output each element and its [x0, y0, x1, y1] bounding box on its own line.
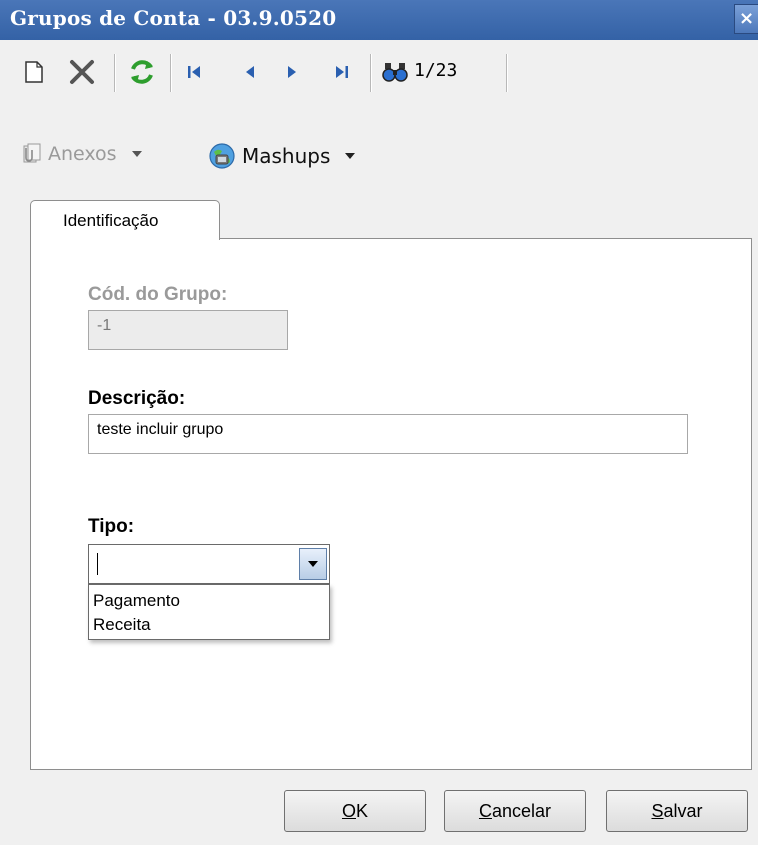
window-title: Grupos de Conta - 03.9.0520 [10, 6, 337, 30]
anexos-menu[interactable]: Anexos [20, 142, 143, 166]
tipo-dropdown-list: Pagamento Receita [88, 584, 330, 640]
first-record-button[interactable] [180, 52, 208, 92]
title-bar: Grupos de Conta - 03.9.0520 × [0, 0, 758, 40]
cod-grupo-label: Cód. do Grupo: [88, 284, 228, 305]
ok-accel: O [341, 800, 356, 821]
cod-grupo-field: -1 [88, 310, 288, 350]
links-bar: Anexos Mashups [0, 104, 758, 182]
last-record-icon [336, 66, 348, 78]
delete-icon [70, 60, 94, 84]
descricao-label: Descrição: [88, 388, 186, 409]
cancel-accel: C [478, 800, 492, 821]
save-button[interactable]: Salvar [606, 790, 748, 832]
previous-record-icon [246, 66, 254, 78]
tab-identificacao[interactable]: Identificação [30, 200, 220, 240]
ok-label: K [356, 800, 369, 821]
mashups-menu[interactable]: Mashups [208, 142, 356, 170]
record-counter: 1/23 [414, 60, 458, 81]
find-button[interactable] [380, 52, 410, 92]
toolbar-separator [114, 54, 116, 92]
tipo-dropdown-button[interactable] [299, 548, 327, 580]
close-icon: × [738, 8, 755, 29]
mashups-label: Mashups [242, 144, 331, 168]
close-button[interactable]: × [734, 4, 758, 34]
save-label: alvar [663, 800, 703, 821]
text-cursor [97, 553, 98, 575]
new-button[interactable] [22, 52, 46, 92]
mashups-icon [209, 143, 235, 169]
chevron-down-icon [308, 561, 318, 567]
delete-button[interactable] [66, 52, 98, 92]
toolbar-separator [506, 54, 508, 92]
cancel-label: ancelar [491, 800, 552, 821]
tipo-option-receita[interactable]: Receita [93, 615, 151, 635]
anexos-label: Anexos [48, 143, 117, 165]
next-record-icon [288, 66, 296, 78]
cancel-button[interactable]: Cancelar [444, 790, 586, 832]
last-record-button[interactable] [328, 52, 356, 92]
chevron-down-icon [345, 153, 356, 159]
new-icon [25, 61, 43, 83]
paperclip-icon [23, 143, 41, 163]
tipo-option-pagamento[interactable]: Pagamento [93, 591, 180, 611]
ok-button[interactable]: OK [284, 790, 426, 832]
toolbar-separator [170, 54, 172, 92]
find-icon [382, 63, 408, 82]
previous-record-button[interactable] [236, 52, 264, 92]
chevron-down-icon [131, 151, 142, 157]
toolbar: 1/23 [0, 40, 758, 104]
toolbar-separator [370, 54, 372, 92]
tab-label: Identificação [63, 211, 159, 230]
refresh-button[interactable] [124, 52, 160, 92]
tipo-label: Tipo: [88, 516, 135, 537]
next-record-button[interactable] [278, 52, 306, 92]
refresh-icon [131, 60, 153, 84]
tipo-select[interactable] [88, 544, 330, 584]
descricao-field[interactable]: teste incluir grupo [88, 414, 688, 454]
first-record-icon [188, 66, 200, 78]
save-accel: S [651, 800, 664, 821]
